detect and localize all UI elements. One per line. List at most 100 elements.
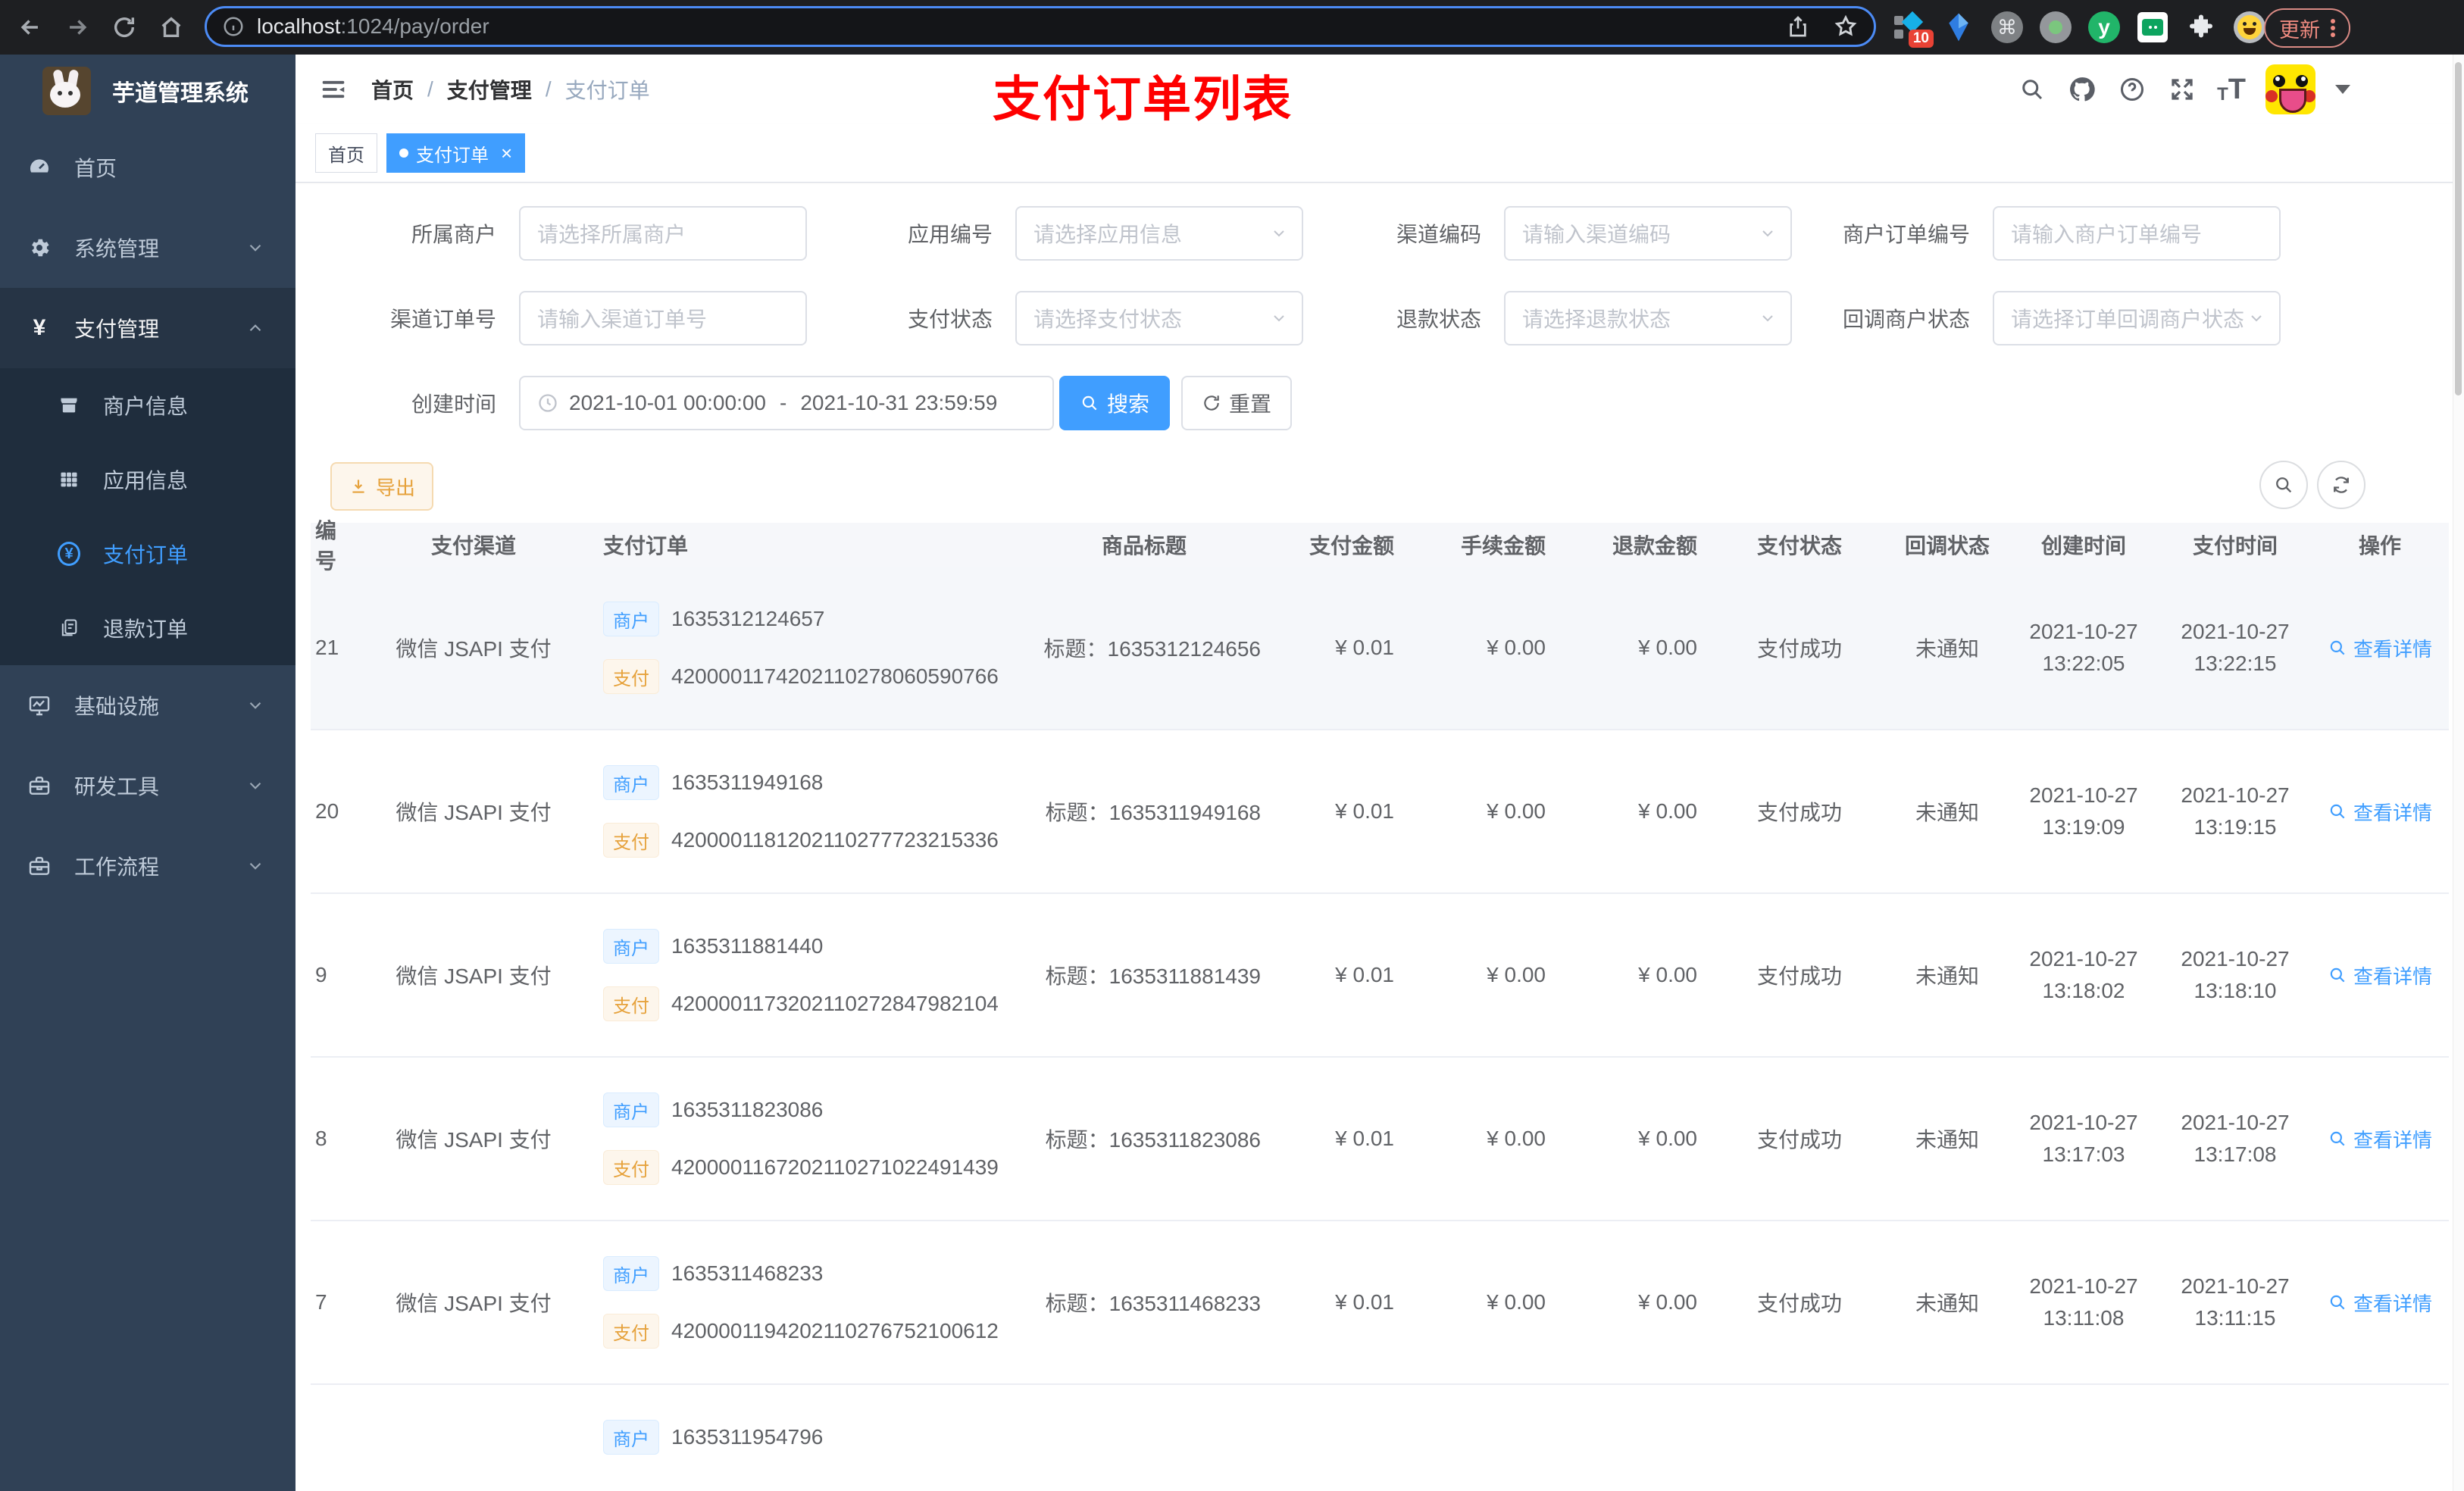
sidebar-item-app-info[interactable]: 应用信息 — [0, 442, 295, 517]
create-time-range-picker[interactable]: 2021-10-01 00:00:00 - 2021-10-31 23:59:5… — [519, 376, 1054, 430]
extension-diamond-icon[interactable]: 10 — [1893, 10, 1934, 48]
github-icon[interactable] — [2067, 74, 2097, 105]
merchant-order-no: 1635311468233 — [671, 1261, 824, 1285]
callback-status-select[interactable]: 请选择订单回调商户状态 — [1993, 291, 2281, 345]
top-navbar: 首页 / 支付管理 / 支付订单 支付订单列表 T T — [295, 55, 2464, 127]
refund-status-select[interactable]: 请选择退款状态 — [1504, 291, 1792, 345]
channel-code-select[interactable]: 请输入渠道编码 — [1504, 206, 1792, 261]
page-scrollbar[interactable] — [2453, 55, 2464, 1491]
extension-chat-icon[interactable] — [2135, 10, 2170, 45]
show-search-button[interactable] — [2259, 461, 2308, 509]
extension-kite-icon[interactable] — [1941, 10, 1976, 45]
sidebar-item-refund-order[interactable]: 退款订单 — [0, 591, 295, 665]
product-title — [1015, 1385, 1273, 1491]
order-id: 21 — [315, 636, 339, 659]
avatar-caret-icon[interactable] — [2335, 85, 2350, 94]
tab-home[interactable]: 首页 — [315, 133, 377, 173]
chevron-down-icon — [245, 856, 265, 876]
product-title: 标题：1635312124656 — [1043, 637, 1261, 661]
reset-button[interactable]: 重置 — [1181, 376, 1292, 430]
order-id: 7 — [315, 1290, 327, 1314]
sidebar-item-label: 系统管理 — [74, 237, 160, 261]
store-icon — [58, 395, 80, 416]
logo-image — [42, 67, 91, 115]
pay-status — [1712, 1385, 1887, 1491]
tab-pay-order[interactable]: 支付订单 × — [386, 133, 526, 173]
table-row: 21 微信 JSAPI 支付 商户 1635312124657 支付 42000… — [311, 567, 2449, 730]
search-icon[interactable] — [2017, 74, 2047, 105]
sidebar-item-label: 支付订单 — [103, 543, 189, 567]
extension-emoji-icon[interactable] — [2232, 10, 2267, 45]
font-size-icon[interactable]: TT — [2217, 75, 2246, 104]
filter-app: 应用编号 请选择应用信息 — [826, 206, 1303, 261]
extension-command-icon[interactable]: ⌘ — [1990, 10, 2025, 45]
merchant-order-no-input[interactable]: 请输入商户订单编号 — [1993, 206, 2281, 261]
breadcrumb-section[interactable]: 支付管理 — [447, 74, 532, 105]
sidebar-item-infra[interactable]: 基础设施 — [0, 665, 295, 746]
browser-home-icon[interactable] — [155, 11, 188, 44]
sidebar-item-workflow[interactable]: 工作流程 — [0, 826, 295, 906]
pay-amount: ¥ 0.01 — [1335, 636, 1394, 659]
help-icon[interactable] — [2117, 74, 2147, 105]
avatar[interactable] — [2265, 64, 2315, 114]
chevron-down-icon — [1759, 309, 1777, 327]
sidebar-item-label: 支付管理 — [74, 317, 160, 341]
order-id: 9 — [315, 963, 327, 986]
sidebar-item-home[interactable]: 首页 — [0, 127, 295, 208]
gear-icon — [27, 236, 52, 260]
monitor-icon — [27, 693, 52, 717]
search-button[interactable]: 搜索 — [1059, 376, 1170, 430]
sidebar-item-label: 基础设施 — [74, 695, 160, 718]
url-bar[interactable]: localhost :1024/pay/order — [205, 6, 1876, 47]
sidebar-item-merchant-info[interactable]: 商户信息 — [0, 368, 295, 442]
pay-tag: 支付 — [603, 1314, 659, 1349]
channel-order-no-input[interactable]: 请输入渠道订单号 — [519, 291, 807, 345]
browser-reload-icon[interactable] — [108, 11, 141, 44]
merchant-select[interactable]: 请选择所属商户 — [519, 206, 807, 261]
filter-label: 支付状态 — [907, 308, 993, 331]
browser-update-button[interactable]: 更新 — [2264, 8, 2350, 48]
pay-status-select[interactable]: 请选择支付状态 — [1015, 291, 1303, 345]
view-detail-link[interactable]: 查看详情 — [2328, 634, 2432, 662]
view-detail-link[interactable]: 查看详情 — [2328, 798, 2432, 826]
sidebar-item-dev-tools[interactable]: 研发工具 — [0, 746, 295, 826]
merchant-order-no: 1635311823086 — [671, 1098, 824, 1121]
filter-label: 创建时间 — [411, 392, 496, 416]
view-detail-link[interactable]: 查看详情 — [2328, 961, 2432, 989]
site-info-icon[interactable] — [222, 15, 245, 38]
pay-status: 支付成功 — [1756, 1128, 1842, 1152]
breadcrumb-home[interactable]: 首页 — [371, 74, 414, 105]
product-title: 标题：1635311949168 — [1045, 801, 1261, 824]
view-detail-link[interactable]: 查看详情 — [2328, 1289, 2432, 1317]
scrollbar-thumb[interactable] — [2455, 62, 2462, 395]
refresh-button[interactable] — [2317, 461, 2366, 509]
browser-forward-icon[interactable] — [61, 11, 94, 44]
sidebar-item-payment[interactable]: ¥ 支付管理 — [0, 288, 295, 368]
action-cell: 查看详情 — [2311, 894, 2449, 1056]
pay-time: 2021-10-27 13:18:10 — [2181, 947, 2290, 1002]
pay-channel: 微信 JSAPI 支付 — [396, 1292, 552, 1315]
export-button[interactable]: 导出 — [330, 462, 434, 511]
fullscreen-icon[interactable] — [2167, 74, 2197, 105]
extension-y-icon[interactable]: y — [2087, 10, 2122, 45]
hamburger-icon[interactable] — [317, 73, 350, 106]
view-detail-link[interactable]: 查看详情 — [2328, 1125, 2432, 1153]
share-icon[interactable] — [1786, 14, 1810, 39]
extension-icons: 10 ⌘ y — [1893, 0, 2267, 55]
browser-menu-icon[interactable] — [2331, 17, 2335, 39]
close-icon[interactable]: × — [501, 142, 512, 165]
filter-label: 商户订单编号 — [1842, 223, 1970, 246]
notify-status: 未通知 — [1915, 801, 1979, 824]
app-select[interactable]: 请选择应用信息 — [1015, 206, 1303, 261]
bookmark-star-icon[interactable] — [1833, 14, 1859, 39]
filter-create-time: 创建时间 2021-10-01 00:00:00 - 2021-10-31 23… — [330, 376, 1054, 430]
dashboard-icon — [27, 155, 52, 180]
extension-green-dot-icon[interactable] — [2038, 10, 2073, 45]
grid-icon — [58, 469, 80, 490]
extension-puzzle-icon[interactable] — [2184, 10, 2219, 45]
sidebar-item-system[interactable]: 系统管理 — [0, 208, 295, 288]
chevron-down-icon — [2247, 309, 2265, 327]
filter-merchant: 所属商户 请选择所属商户 — [330, 206, 807, 261]
sidebar-item-pay-order[interactable]: ¥ 支付订单 — [0, 517, 295, 591]
browser-back-icon[interactable] — [14, 11, 47, 44]
